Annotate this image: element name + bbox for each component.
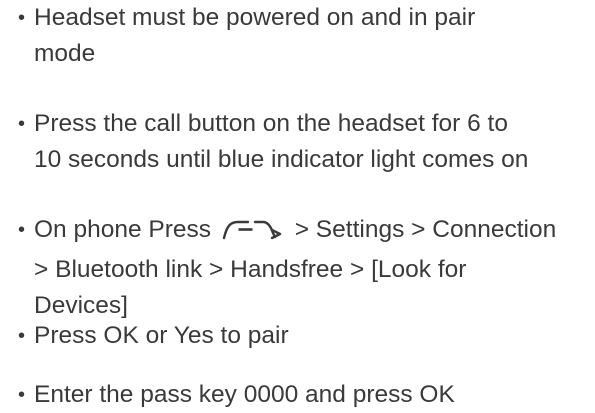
bullet: • <box>18 325 26 347</box>
menu-key-icon <box>220 216 286 252</box>
step-4-line-1: Press OK or Yes to pair <box>34 322 289 349</box>
step-5-line-1: Enter the pass key 0000 and press OK <box>34 381 455 408</box>
step-3-suffix: > Settings > Connection <box>294 216 557 243</box>
instruction-step-5: • Enter the pass key 0000 and press OK <box>18 377 455 413</box>
step-1-line-2: mode <box>34 40 96 67</box>
step-3-line-1: On phone Press > Settings > Connection <box>34 212 556 252</box>
step-1-line-1: Headset must be powered on and in pair <box>34 4 476 31</box>
step-3-prefix: On phone Press <box>34 216 212 243</box>
step-2-line-1: Press the call button on the headset for… <box>34 110 508 137</box>
instruction-step-4: • Press OK or Yes to pair <box>18 318 289 354</box>
bullet: • <box>18 113 26 135</box>
bullet: • <box>18 219 26 241</box>
instruction-step-3: • On phone Press > Settings > Connection… <box>18 212 556 324</box>
instruction-step-2: • Press the call button on the headset f… <box>18 106 528 178</box>
instruction-step-1: • Headset must be powered on and in pair… <box>18 0 475 72</box>
bullet: • <box>18 7 26 29</box>
step-3-line-2: > Bluetooth link > Handsfree > [Look for <box>34 256 467 283</box>
bullet: • <box>18 384 26 406</box>
step-2-line-2: 10 seconds until blue indicator light co… <box>34 146 529 173</box>
